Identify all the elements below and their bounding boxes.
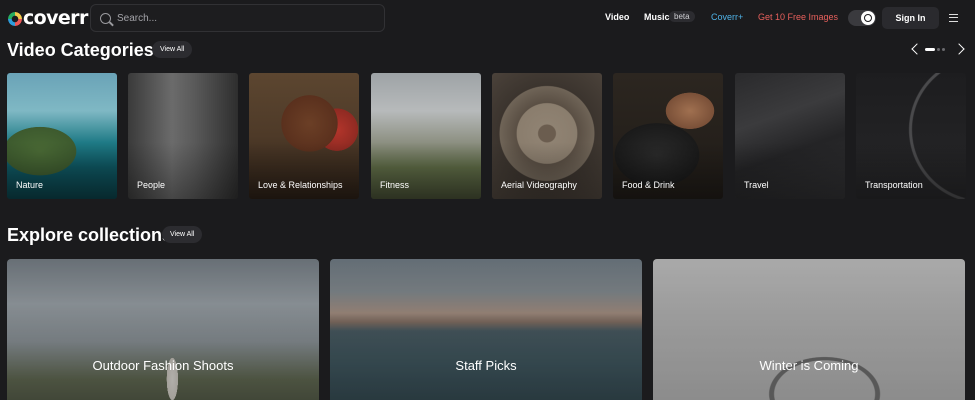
beta-badge: beta bbox=[669, 11, 695, 22]
logo-text: coverr bbox=[23, 7, 88, 29]
category-label: Fitness bbox=[380, 180, 410, 190]
category-label: People bbox=[137, 180, 166, 190]
nav-coverr-plus-link[interactable]: Coverr+ bbox=[711, 12, 743, 22]
video-categories-view-all-button[interactable]: View All bbox=[152, 41, 193, 58]
search-bar[interactable] bbox=[90, 4, 385, 32]
category-card-people[interactable]: People bbox=[128, 73, 238, 199]
pagination-dot[interactable] bbox=[942, 48, 945, 51]
theme-toggle-icon bbox=[861, 11, 875, 25]
category-label: Travel bbox=[744, 180, 769, 190]
nav-video-link[interactable]: Video bbox=[605, 12, 629, 22]
collection-card-staff-picks[interactable]: Staff Picks bbox=[330, 259, 642, 400]
collections-view-all-button[interactable]: View All bbox=[162, 226, 203, 243]
coverr-logo[interactable]: coverr bbox=[8, 6, 88, 30]
search-input[interactable] bbox=[117, 12, 367, 24]
collection-label: Winter is Coming bbox=[759, 358, 859, 373]
category-label: Nature bbox=[16, 180, 44, 190]
category-card-aerial-videography[interactable]: Aerial Videography bbox=[492, 73, 602, 199]
category-label: Aerial Videography bbox=[501, 180, 577, 190]
chevron-left-icon[interactable] bbox=[911, 43, 923, 55]
category-label: Food & Drink bbox=[622, 180, 675, 190]
theme-toggle[interactable] bbox=[848, 10, 876, 26]
category-card-travel[interactable]: Travel bbox=[735, 73, 845, 199]
chevron-right-icon[interactable] bbox=[953, 43, 965, 55]
category-card-fitness[interactable]: Fitness bbox=[371, 73, 481, 199]
category-card-love-relationships[interactable]: Love & Relationships bbox=[249, 73, 359, 199]
top-navbar: coverr Video Music beta Coverr+ Get 10 F… bbox=[0, 0, 975, 36]
collection-label: Staff Picks bbox=[455, 358, 517, 373]
pagination-dot-active[interactable] bbox=[925, 48, 935, 51]
explore-collections-title: Explore collections bbox=[7, 225, 173, 245]
coverr-logo-icon bbox=[8, 12, 22, 26]
nav-music-link[interactable]: Music bbox=[644, 12, 670, 22]
category-card-food-drink[interactable]: Food & Drink bbox=[613, 73, 723, 199]
nav-free-images-link[interactable]: Get 10 Free Images bbox=[758, 12, 838, 22]
category-card-transportation[interactable]: Transportation bbox=[856, 73, 966, 199]
collection-label: Outdoor Fashion Shoots bbox=[92, 358, 234, 373]
search-icon bbox=[100, 12, 111, 24]
category-label: Transportation bbox=[865, 180, 923, 190]
collection-card-winter-is-coming[interactable]: Winter is Coming bbox=[653, 259, 965, 400]
category-label: Love & Relationships bbox=[258, 180, 343, 190]
carousel-pagination bbox=[925, 48, 945, 51]
pagination-dot[interactable] bbox=[937, 48, 940, 51]
sign-in-button[interactable]: Sign In bbox=[882, 7, 939, 29]
hamburger-menu-icon[interactable] bbox=[949, 14, 958, 22]
video-categories-title: Video Categories bbox=[7, 40, 154, 60]
collection-card-outdoor-fashion-shoots[interactable]: Outdoor Fashion Shoots bbox=[7, 259, 319, 400]
category-card-nature[interactable]: Nature bbox=[7, 73, 117, 199]
